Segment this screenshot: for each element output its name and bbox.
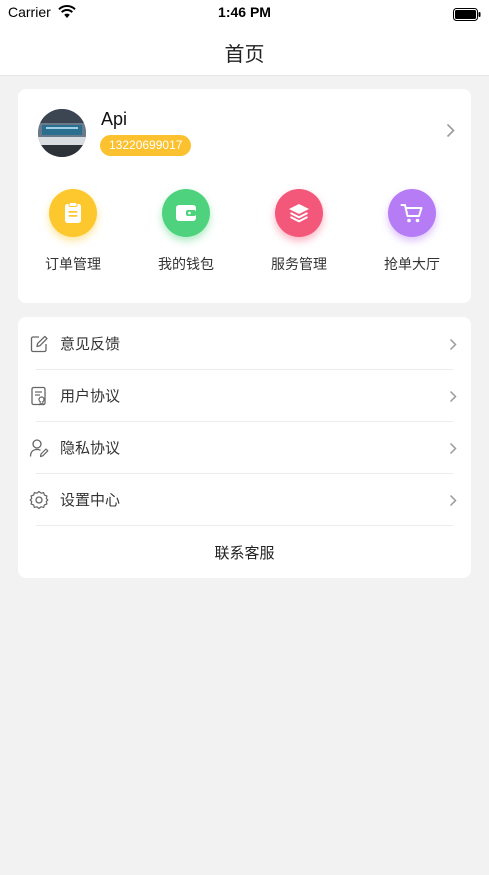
shortcut-label: 抢单大厅 xyxy=(384,257,440,273)
avatar[interactable] xyxy=(38,109,86,157)
shortcut-service-management[interactable]: 服务管理 xyxy=(259,189,339,274)
contact-support-button[interactable]: 联系客服 xyxy=(18,542,471,563)
menu-item-settings[interactable]: 设置中心 xyxy=(18,473,471,525)
chevron-right-icon xyxy=(449,388,457,407)
divider xyxy=(36,525,453,526)
status-bar: Carrier 1:46 PM xyxy=(0,0,489,26)
menu-item-privacy-agreement[interactable]: 隐私协议 xyxy=(18,421,471,473)
menu-item-label: 隐私协议 xyxy=(60,439,121,457)
shortcut-label: 服务管理 xyxy=(271,257,327,273)
user-name: Api xyxy=(101,109,128,129)
menu-card: 意见反馈 用户协议 隐私协议 设置中心 联系客服 xyxy=(18,317,471,578)
privacy-user-pen-icon xyxy=(29,438,49,462)
menu-item-feedback[interactable]: 意见反馈 xyxy=(18,317,471,369)
wallet-icon xyxy=(162,189,210,237)
agreement-document-icon xyxy=(29,386,49,410)
menu-item-label: 用户协议 xyxy=(60,387,121,405)
chevron-right-icon xyxy=(449,336,457,355)
menu-item-label: 设置中心 xyxy=(60,491,121,509)
shortcut-my-wallet[interactable]: 我的钱包 xyxy=(146,189,226,274)
shortcut-order-management[interactable]: 订单管理 xyxy=(33,189,113,274)
settings-gear-icon xyxy=(29,490,49,514)
shortcut-label: 订单管理 xyxy=(45,257,101,273)
order-clipboard-icon xyxy=(49,189,97,237)
menu-item-label: 意见反馈 xyxy=(60,335,121,353)
feedback-edit-icon xyxy=(29,334,49,358)
shortcut-label: 我的钱包 xyxy=(158,257,214,273)
menu-item-user-agreement[interactable]: 用户协议 xyxy=(18,369,471,421)
phone-badge: 13220699017 xyxy=(100,135,192,156)
profile-card: Api 13220699017 订单管理 我的钱包 服务管理 抢单大厅 xyxy=(18,89,471,303)
navigation-bar: 首页 xyxy=(0,26,489,76)
battery-icon xyxy=(453,6,481,25)
chevron-right-icon[interactable] xyxy=(446,123,455,142)
clock: 1:46 PM xyxy=(218,4,271,20)
page-title: 首页 xyxy=(224,42,265,66)
cart-icon xyxy=(388,189,436,237)
chevron-right-icon xyxy=(449,440,457,459)
layers-icon xyxy=(275,189,323,237)
shortcut-order-hall[interactable]: 抢单大厅 xyxy=(372,189,452,274)
chevron-right-icon xyxy=(449,492,457,511)
